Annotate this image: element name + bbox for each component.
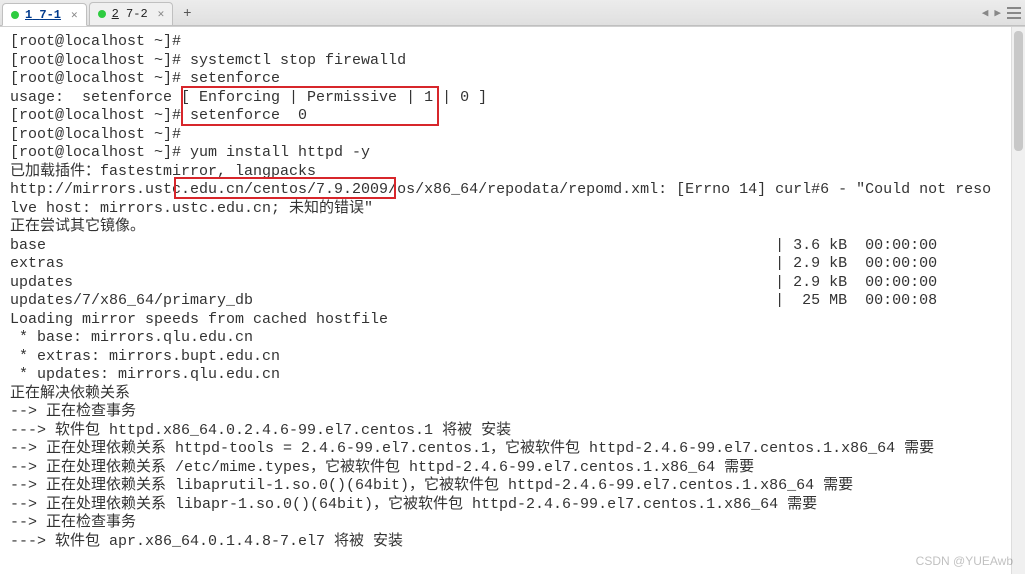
- terminal-output: [root@localhost ~]# [root@localhost ~]# …: [10, 33, 1009, 551]
- tab-label: 1 7-1: [25, 8, 61, 22]
- status-dot-icon: [98, 10, 106, 18]
- chevron-left-icon[interactable]: ◀: [982, 6, 989, 20]
- watermark: CSDN @YUEAwb: [916, 554, 1013, 568]
- add-tab-button[interactable]: +: [175, 2, 199, 25]
- chevron-right-icon[interactable]: ▶: [994, 6, 1001, 20]
- scroll-thumb[interactable]: [1014, 31, 1023, 151]
- tab-bar: 1 7-1 ✕ 2 7-2 ✕ + ◀ ▶: [0, 0, 1025, 26]
- status-dot-icon: [11, 11, 19, 19]
- tab-label: 2 7-2: [112, 7, 148, 21]
- close-icon[interactable]: ✕: [71, 8, 78, 22]
- close-icon[interactable]: ✕: [158, 7, 165, 21]
- tab-7-1[interactable]: 1 7-1 ✕: [2, 3, 87, 26]
- tabbar-controls: ◀ ▶: [982, 0, 1021, 25]
- tab-7-2[interactable]: 2 7-2 ✕: [89, 2, 174, 25]
- terminal[interactable]: [root@localhost ~]# [root@localhost ~]# …: [0, 26, 1025, 574]
- menu-icon[interactable]: [1007, 7, 1021, 19]
- scrollbar[interactable]: [1011, 27, 1025, 574]
